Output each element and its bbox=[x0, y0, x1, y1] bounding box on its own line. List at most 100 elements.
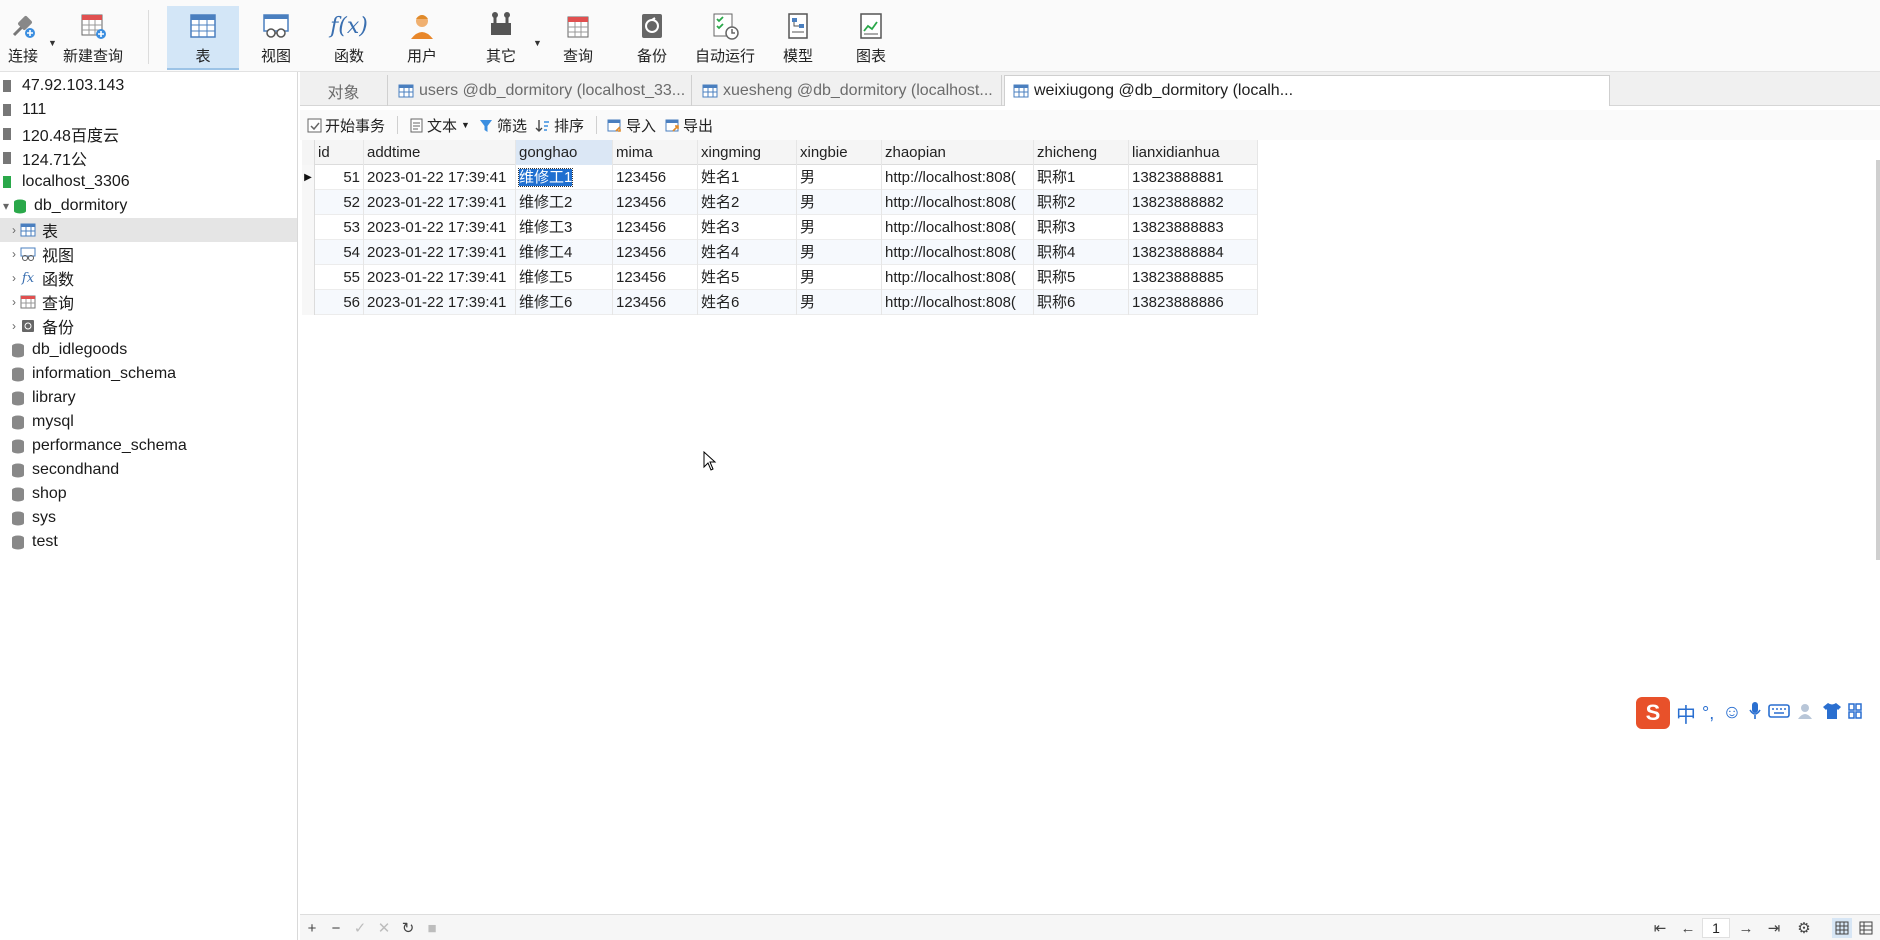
table-row[interactable]: 53 2023-01-22 17:39:41 维修工3 123456 姓名3 男… bbox=[302, 214, 1258, 240]
column-header-mima[interactable]: mima bbox=[613, 139, 698, 165]
column-header-xingming[interactable]: xingming bbox=[698, 139, 797, 165]
tree-db-idlegoods[interactable]: db_idlegoods bbox=[0, 338, 297, 362]
current-row-marker-icon: ▶ bbox=[302, 164, 315, 190]
table-row[interactable]: ▶ 51 2023-01-22 17:39:41 维修工1 123456 姓名1… bbox=[302, 164, 1258, 190]
ime-punct-toggle[interactable]: °, bbox=[1702, 703, 1714, 724]
first-page-icon[interactable]: ⇤ bbox=[1650, 918, 1670, 938]
table-row[interactable]: 55 2023-01-22 17:39:41 维修工5 123456 姓名5 男… bbox=[302, 264, 1258, 290]
table-icon bbox=[186, 9, 220, 43]
add-record-icon[interactable]: + bbox=[302, 918, 322, 938]
apply-changes-icon[interactable]: ✓ bbox=[350, 918, 370, 938]
form-view-icon[interactable] bbox=[1856, 918, 1876, 938]
filter-button[interactable]: 筛选 bbox=[478, 115, 527, 136]
chart-button[interactable]: 图表 bbox=[838, 6, 904, 70]
tree-db-performance-schema[interactable]: performance_schema bbox=[0, 434, 297, 458]
tree-db-sys[interactable]: sys bbox=[0, 506, 297, 530]
database-icon bbox=[10, 366, 26, 382]
previous-page-icon[interactable]: ← bbox=[1678, 918, 1698, 938]
text-view-button[interactable]: 文本 ▼ bbox=[408, 115, 470, 136]
toolbox-grid-icon[interactable] bbox=[1847, 702, 1862, 724]
tree-db-mysql[interactable]: mysql bbox=[0, 410, 297, 434]
auto-run-button[interactable]: 自动运行 bbox=[690, 6, 760, 70]
table-button[interactable]: 表 bbox=[167, 6, 239, 70]
chevron-right-icon[interactable]: › bbox=[8, 295, 20, 309]
begin-transaction-button[interactable]: 开始事务 bbox=[306, 115, 385, 136]
tree-item-backups[interactable]: › 备份 bbox=[0, 314, 297, 338]
stop-icon[interactable]: ■ bbox=[422, 918, 442, 938]
tree-db-dormitory[interactable]: ▾ db_dormitory bbox=[0, 194, 297, 218]
skin-shirt-icon[interactable] bbox=[1822, 702, 1842, 724]
column-header-zhicheng[interactable]: zhicheng bbox=[1034, 139, 1129, 165]
connect-button[interactable]: 连接 bbox=[0, 6, 46, 70]
selected-cell[interactable]: 维修工1 bbox=[516, 164, 613, 190]
tree-connection-2[interactable]: 111 bbox=[0, 98, 297, 122]
refresh-icon[interactable]: ↻ bbox=[398, 918, 418, 938]
tab-weixiugong[interactable]: weixiugong @db_dormitory (localh... bbox=[1004, 75, 1610, 106]
tree-connection-3[interactable]: 120.48百度云 bbox=[0, 122, 297, 146]
tree-item-tables[interactable]: › 表 bbox=[0, 218, 297, 242]
navigation-tree[interactable]: 47.92.103.143 111 120.48百度云 124.71公 loca… bbox=[0, 72, 298, 940]
table-row[interactable]: 56 2023-01-22 17:39:41 维修工6 123456 姓名6 男… bbox=[302, 289, 1258, 315]
delete-record-icon[interactable]: − bbox=[326, 918, 346, 938]
connection-icon bbox=[0, 102, 16, 118]
page-number-input[interactable]: 1 bbox=[1702, 918, 1730, 938]
vertical-scrollbar[interactable] bbox=[1876, 160, 1880, 560]
tree-db-information-schema[interactable]: information_schema bbox=[0, 362, 297, 386]
discard-changes-icon[interactable]: ✕ bbox=[374, 918, 394, 938]
column-header-xingbie[interactable]: xingbie bbox=[797, 139, 882, 165]
table-icon bbox=[20, 222, 36, 238]
chevron-down-icon[interactable]: ▾ bbox=[0, 199, 12, 213]
function-button[interactable]: f(x) 函数 bbox=[316, 6, 382, 70]
tree-db-shop[interactable]: shop bbox=[0, 482, 297, 506]
ime-toolbar[interactable]: S 中 °, ☺ bbox=[1636, 696, 1880, 730]
other-button[interactable]: 其它 bbox=[466, 6, 536, 70]
tree-connection-4[interactable]: 124.71公 bbox=[0, 146, 297, 170]
tree-connection-1[interactable]: 47.92.103.143 bbox=[0, 74, 297, 98]
tab-objects[interactable]: 对象 bbox=[300, 75, 388, 106]
tree-item-functions[interactable]: › fx 函数 bbox=[0, 266, 297, 290]
column-header-lianxidianhua[interactable]: lianxidianhua bbox=[1129, 139, 1258, 165]
query-button[interactable]: 查询 bbox=[545, 6, 611, 70]
tree-db-library[interactable]: library bbox=[0, 386, 297, 410]
tree-item-views[interactable]: › 视图 bbox=[0, 242, 297, 266]
table-row[interactable]: 54 2023-01-22 17:39:41 维修工4 123456 姓名4 男… bbox=[302, 239, 1258, 265]
column-header-addtime[interactable]: addtime bbox=[364, 139, 516, 165]
tree-item-queries[interactable]: › 查询 bbox=[0, 290, 297, 314]
new-query-button[interactable]: 新建查询 bbox=[60, 6, 126, 70]
column-header-id[interactable]: id bbox=[315, 139, 364, 165]
export-button[interactable]: 导出 bbox=[664, 115, 713, 136]
view-button[interactable]: 视图 bbox=[243, 6, 309, 70]
tree-connection-localhost[interactable]: localhost_3306 bbox=[0, 170, 297, 194]
tab-xuesheng[interactable]: xuesheng @db_dormitory (localhost... bbox=[694, 75, 1002, 106]
grid-view-icon[interactable] bbox=[1832, 918, 1852, 938]
column-header-gonghao[interactable]: gonghao bbox=[516, 139, 613, 165]
sogou-logo-icon[interactable]: S bbox=[1636, 697, 1670, 729]
other-dropdown-caret-icon[interactable]: ▼ bbox=[533, 38, 542, 48]
chevron-right-icon[interactable]: › bbox=[8, 247, 20, 261]
tree-db-secondhand[interactable]: secondhand bbox=[0, 458, 297, 482]
microphone-icon[interactable] bbox=[1748, 701, 1762, 725]
emoji-icon[interactable]: ☺ bbox=[1722, 702, 1741, 724]
chevron-down-icon[interactable]: ▼ bbox=[461, 120, 470, 130]
chevron-right-icon[interactable]: › bbox=[8, 319, 20, 333]
ime-mode-toggle[interactable]: 中 bbox=[1676, 699, 1696, 728]
table-row[interactable]: 52 2023-01-22 17:39:41 维修工2 123456 姓名2 男… bbox=[302, 189, 1258, 215]
table-toolbar: 开始事务 文本 ▼ 筛选 排序 导入 导出 bbox=[300, 110, 1880, 140]
tab-users[interactable]: users @db_dormitory (localhost_33... bbox=[390, 75, 692, 106]
keyboard-icon[interactable] bbox=[1767, 703, 1790, 723]
gear-icon[interactable]: ⚙ bbox=[1794, 918, 1814, 938]
next-page-icon[interactable]: → bbox=[1736, 918, 1756, 938]
user-tools-icon[interactable] bbox=[1796, 702, 1816, 724]
tree-db-test[interactable]: test bbox=[0, 530, 297, 554]
model-button[interactable]: 模型 bbox=[765, 6, 831, 70]
user-button[interactable]: 用户 bbox=[389, 6, 455, 70]
last-page-icon[interactable]: ⇥ bbox=[1764, 918, 1784, 938]
import-button[interactable]: 导入 bbox=[607, 115, 656, 136]
data-grid[interactable]: id addtime gonghao mima xingming xingbie… bbox=[302, 139, 1258, 315]
column-header-zhaopian[interactable]: zhaopian bbox=[882, 139, 1034, 165]
sort-button[interactable]: 排序 bbox=[535, 115, 584, 136]
connect-dropdown-caret-icon[interactable]: ▼ bbox=[48, 38, 57, 48]
backup-button[interactable]: 备份 bbox=[619, 6, 685, 70]
chevron-right-icon[interactable]: › bbox=[8, 271, 20, 285]
chevron-right-icon[interactable]: › bbox=[8, 223, 20, 237]
